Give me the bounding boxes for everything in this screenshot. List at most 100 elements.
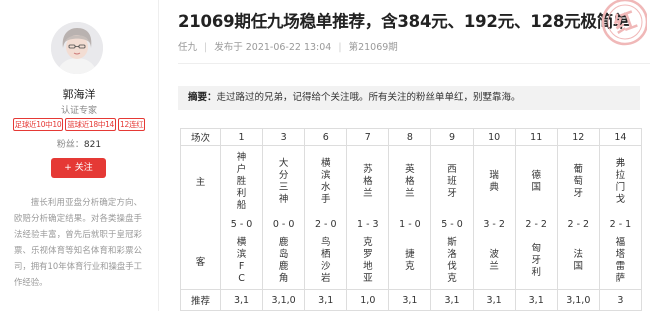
stamp-text: 红 [611,7,641,39]
away-team-cell: 法国 [556,233,600,290]
home-team-name: 神户胜利船 [236,151,247,211]
away-team-cell: 克罗地亚 [346,233,390,290]
home-team-cell: 德国 [514,145,558,216]
home-team-name: 弗拉门戈 [615,157,626,205]
home-team-name: 横滨水手 [320,157,331,205]
table-row-recommend: 推荐 3,1 3,1,0 3,1 1,0 3,1 3,1 3,1 3,1 3,1… [180,289,643,311]
away-team-name: 法国 [573,249,584,273]
score-cell: 2 - 0 [304,215,348,234]
fans-count: 粉丝：821 [0,137,158,150]
score-cell: 2 - 1 [598,215,643,234]
achievement-tag: 篮球近18中14 [65,118,117,131]
author-profile-panel: 郭海洋 认证专家 足球近10中10 篮球近18中14 12连红 粉丝：821 +… [0,0,158,311]
recommend-cell: 3,1 [219,289,264,311]
article-issue: 第21069期 [348,42,398,53]
match-id-cell: 1 [219,128,264,146]
table-row-score: 5 - 0 0 - 0 2 - 0 1 - 3 1 - 0 5 - 0 3 - … [180,215,643,234]
home-team-cell: 大分三神 [262,145,306,216]
home-team-name: 苏格兰 [363,163,373,199]
row-label-home: 主 [180,145,221,216]
match-id-cell: 6 [304,128,348,146]
article-publish-time: 发布于 2021-06-22 13:04 [214,42,332,53]
meta-separator: | [204,42,208,53]
avatar-image [51,22,103,74]
article: 21069期任九场稳单推荐，含384元、192元、128元极简单 红 任九 | 发布… [159,0,650,311]
match-id-cell: 10 [472,128,516,146]
recommend-cell: 3,1 [388,289,432,311]
row-label-id: 场次 [180,128,221,146]
table-row-home: 主 神户胜利船 大分三神 横滨水手 苏格兰 英格兰 西班牙 瑞典 德国 葡萄牙 … [180,145,643,216]
home-team-cell: 横滨水手 [304,145,348,216]
match-id-cell: 7 [346,128,390,146]
recommend-cell: 3,1 [472,289,516,311]
away-team-name: 斯洛伐克 [447,237,457,285]
row-label-away: 客 [180,233,221,290]
away-team-cell: 斯洛伐克 [430,233,474,290]
score-cell: 5 - 0 [219,215,264,234]
match-table: 场次 1 3 6 7 8 9 10 11 12 14 主 神户胜利船 大分三神 … [180,128,643,311]
home-team-name: 德国 [531,169,541,193]
author-role: 认证专家 [60,106,97,116]
summary-text: 走过路过的兄弟，记得给个关注哦。所有关注的粉丝单单红，别墅靠海。 [216,92,521,103]
match-id-cell: 12 [556,128,600,146]
score-cell: 5 - 0 [430,215,474,234]
row-label-score [180,215,221,234]
recommend-cell: 3 [598,289,643,311]
home-team-name: 大分三神 [278,157,289,205]
home-team-cell: 瑞典 [472,145,516,216]
away-team-name: 鸟栖沙岩 [320,237,331,285]
match-id-cell: 9 [430,128,474,146]
recommend-cell: 3,1,0 [556,289,600,311]
recommend-cell: 3,1 [514,289,558,311]
home-team-cell: 苏格兰 [346,145,390,216]
away-team-cell: 鸟栖沙岩 [304,233,348,290]
home-team-cell: 弗拉门戈 [598,145,643,216]
article-summary: 摘要：走过路过的兄弟，记得给个关注哦。所有关注的粉丝单单红，别墅靠海。 [178,86,640,110]
achievement-tags: 足球近10中10 篮球近18中14 12连红 [2,118,156,131]
away-team-cell: 鹿岛鹿角 [262,233,306,290]
row-label-recommend: 推荐 [180,289,221,311]
summary-label: 摘要： [188,92,217,103]
home-team-cell: 西班牙 [430,145,474,216]
away-team-name: 匈牙利 [531,243,541,279]
away-team-cell: 福塔雷萨 [598,233,643,290]
score-cell: 3 - 2 [472,215,516,234]
away-team-cell: 波兰 [472,233,516,290]
meta-separator: | [338,42,342,53]
table-row-away: 客 横滨FC 鹿岛鹿角 鸟栖沙岩 克罗地亚 捷克 斯洛伐克 波兰 匈牙利 法国 … [180,233,643,290]
away-team-name: 克罗地亚 [363,237,373,285]
fans-value: 821 [83,140,102,150]
home-team-cell: 葡萄牙 [556,145,600,216]
home-team-cell: 英格兰 [388,145,432,216]
away-team-name: 捷克 [405,249,415,273]
fans-label: 粉丝： [56,140,84,150]
article-category[interactable]: 任九 [178,42,197,53]
red-stamp-icon: 红 [601,0,647,46]
recommend-cell: 3,1 [430,289,474,311]
away-team-cell: 匈牙利 [514,233,558,290]
match-id-cell: 11 [514,128,558,146]
header-divider [178,63,650,64]
avatar[interactable] [51,22,103,74]
away-team-name: 鹿岛鹿角 [278,237,289,285]
away-team-name: 横滨FC [236,237,247,285]
author-name[interactable]: 郭海洋 [0,86,158,102]
score-cell: 1 - 3 [346,215,390,234]
home-team-name: 葡萄牙 [573,163,584,199]
home-team-name: 英格兰 [405,163,415,199]
home-team-name: 西班牙 [447,163,457,199]
away-team-cell: 横滨FC [219,233,264,290]
article-title: 21069期任九场稳单推荐，含384元、192元、128元极简单 [178,12,630,31]
match-id-cell: 8 [388,128,432,146]
score-cell: 2 - 2 [514,215,558,234]
away-team-name: 福塔雷萨 [615,237,626,285]
achievement-tag: 12连红 [118,118,146,131]
score-cell: 2 - 2 [556,215,600,234]
table-row-match-id: 场次 1 3 6 7 8 9 10 11 12 14 [180,128,643,146]
match-id-cell: 3 [262,128,306,146]
away-team-name: 波兰 [489,249,499,273]
score-cell: 1 - 0 [388,215,432,234]
author-bio: 擅长利用亚盘分析确定方向、欧赔分析确定结果。对各类操盘手法经验丰富，曾先后就职于… [14,197,142,287]
recommend-cell: 3,1 [304,289,348,311]
follow-button[interactable]: + 关注 [51,158,106,178]
